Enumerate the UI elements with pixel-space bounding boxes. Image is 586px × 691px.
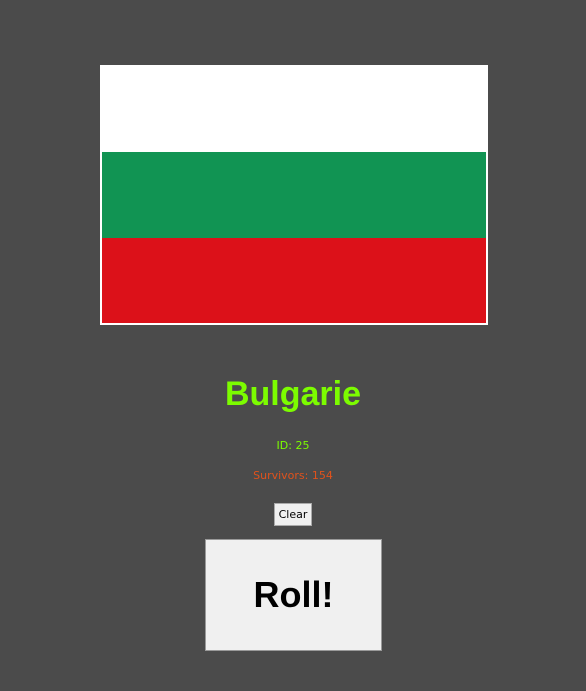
roll-button[interactable]: Roll! (205, 539, 382, 651)
flag-image (100, 65, 488, 325)
clear-button[interactable]: Clear (274, 503, 312, 526)
country-name: Bulgarie (224, 375, 362, 413)
flag-stripe-white (102, 67, 486, 153)
country-id-label: ID: 25 (276, 439, 310, 452)
flag-stripe-green (102, 152, 486, 238)
flag-stripe-red (102, 237, 486, 323)
survivors-count-label: Survivors: 154 (253, 469, 333, 482)
